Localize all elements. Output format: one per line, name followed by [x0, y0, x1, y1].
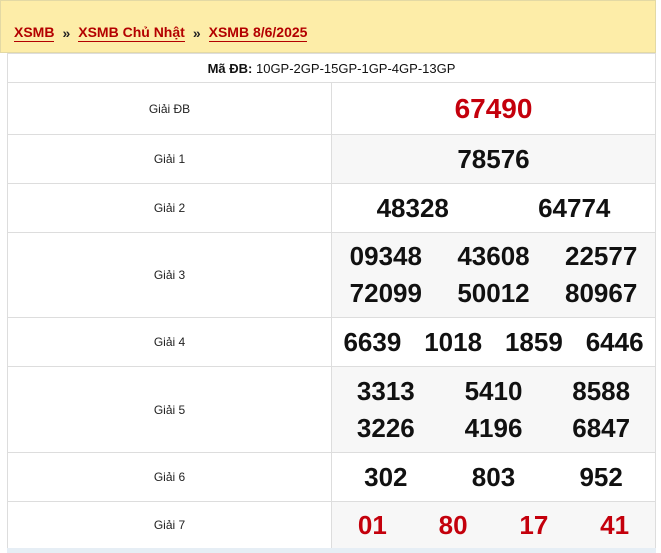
prize-label: Giải 3 — [7, 232, 332, 318]
prize-number: 17 — [519, 509, 549, 540]
results-table: Mã ĐB: 10GP-2GP-15GP-1GP-4GP-13GP Giải Đ… — [7, 53, 656, 549]
prize-label: Giải 5 — [7, 366, 332, 453]
prize-number: 952 — [579, 461, 623, 492]
prize-number: 01 — [357, 509, 387, 540]
prize-number: 6639 — [343, 326, 402, 357]
prize-number: 302 — [364, 461, 408, 492]
prize-number: 50012 — [457, 278, 530, 308]
breadcrumb: XSMB » XSMB Chủ Nhật » XSMB 8/6/2025 — [0, 0, 656, 53]
table-bottom-edge — [7, 548, 656, 553]
prize-row-1: Giải 1 78576 — [7, 134, 656, 184]
prize-number: 803 — [471, 461, 516, 492]
prize-number: 78576 — [457, 143, 530, 174]
prize-number: 4196 — [464, 412, 523, 443]
prize-number: 48328 — [376, 192, 449, 223]
prize-number: 3226 — [356, 412, 415, 443]
prize-row-2: Giải 2 48328 64774 — [7, 183, 656, 233]
prize-label: Giải 6 — [7, 452, 332, 502]
prize-number: 80967 — [565, 278, 638, 308]
prize-number: 1018 — [424, 326, 483, 357]
prize-number: 72099 — [349, 278, 422, 308]
prize-label: Giải 2 — [7, 183, 332, 233]
ma-db-value: 10GP-2GP-15GP-1GP-4GP-13GP — [255, 60, 456, 76]
prize-row-6: Giải 6 302 803 952 — [7, 452, 656, 502]
prize-number: 3313 — [356, 375, 415, 406]
breadcrumb-link-xsmb[interactable]: XSMB — [14, 24, 55, 42]
prize-row-5: Giải 5 3313 5410 8588 3226 4196 6847 — [7, 366, 656, 453]
prize-number: 41 — [600, 509, 630, 540]
prize-label: Giải 1 — [7, 134, 332, 184]
lottery-results-page: XSMB » XSMB Chủ Nhật » XSMB 8/6/2025 Mã … — [0, 0, 661, 553]
prize-row-3: Giải 3 09348 43608 22577 72099 50012 809… — [7, 232, 656, 318]
prize-number: 64774 — [538, 192, 611, 223]
breadcrumb-link-xsmb-chu-nhat[interactable]: XSMB Chủ Nhật — [78, 24, 185, 42]
prize-number: 80 — [438, 509, 468, 540]
prize-number-db: 67490 — [454, 92, 533, 124]
ma-db-row: Mã ĐB: 10GP-2GP-15GP-1GP-4GP-13GP — [7, 53, 656, 83]
prize-row-7: Giải 7 01 80 17 41 — [7, 501, 656, 549]
prize-number: 6847 — [572, 412, 631, 443]
prize-label: Giải 4 — [7, 317, 332, 367]
prize-row-4: Giải 4 6639 1018 1859 6446 — [7, 317, 656, 367]
prize-label: Giải 7 — [7, 501, 332, 549]
prize-number: 22577 — [565, 241, 638, 271]
prize-number: 09348 — [349, 241, 422, 271]
prize-number: 1859 — [504, 326, 563, 357]
breadcrumb-separator: » — [192, 25, 201, 41]
breadcrumb-link-xsmb-date[interactable]: XSMB 8/6/2025 — [208, 24, 308, 42]
prize-label: Giải ĐB — [7, 82, 332, 135]
prize-number: 43608 — [457, 241, 530, 271]
breadcrumb-separator: » — [62, 25, 71, 41]
prize-number: 8588 — [572, 375, 631, 406]
prize-number: 6446 — [585, 326, 644, 357]
prize-row-db: Giải ĐB 67490 — [7, 82, 656, 135]
ma-db-label: Mã ĐB: — [207, 60, 253, 76]
prize-number: 5410 — [464, 375, 523, 406]
